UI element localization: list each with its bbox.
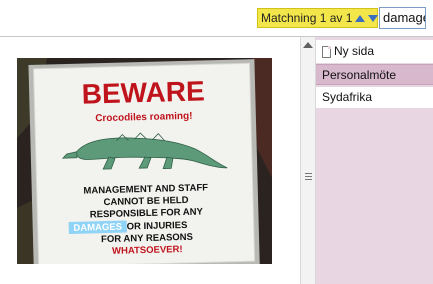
search-input[interactable]: damage: [379, 7, 426, 29]
find-toolbar: Matchning 1 av 1 damage: [0, 0, 433, 36]
sign-search-hit: DAMAGES: [73, 222, 122, 234]
page-tab-personalmote[interactable]: Personalmöte: [316, 64, 433, 85]
scroll-up-arrow-icon[interactable]: [303, 42, 313, 48]
next-match-icon[interactable]: [368, 14, 379, 22]
previous-match-icon[interactable]: [355, 14, 366, 22]
sign-headline: BEWARE: [81, 75, 205, 109]
sign-line-2: CANNOT BE HELD: [103, 195, 188, 208]
crocodile-sign-image: BEWARE Crocodiles roaming! MANAGEMENT AN…: [17, 58, 272, 264]
scroll-grip-icon[interactable]: [305, 173, 312, 181]
new-page-button[interactable]: Ny sida: [316, 40, 433, 63]
page-tabs-panel: Ny sida Personalmöte Sydafrika: [316, 37, 433, 284]
vertical-scrollbar[interactable]: [300, 37, 316, 284]
page-tab-sydafrika[interactable]: Sydafrika: [316, 87, 433, 108]
sign-line-6: WHATSOEVER!: [112, 244, 183, 257]
new-page-icon: [322, 45, 331, 58]
search-input-value: damage: [383, 10, 426, 25]
new-page-label: Ny sida: [334, 44, 375, 58]
match-status: Matchning 1 av 1: [257, 8, 379, 28]
match-count-text: Matchning 1 av 1: [261, 11, 353, 25]
sign-line-4-rest: OR INJURIES: [127, 220, 188, 233]
